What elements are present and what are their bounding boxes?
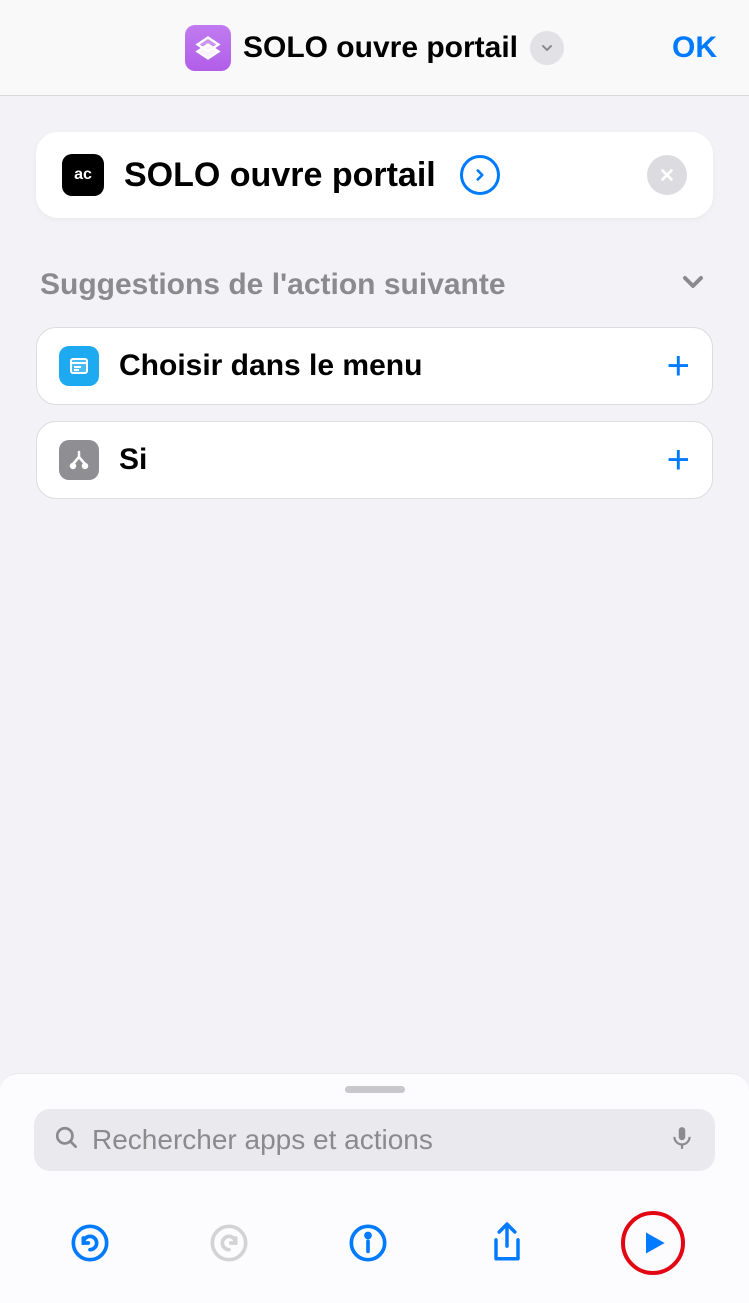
bottom-panel <box>0 1073 749 1303</box>
title-chevron-icon[interactable] <box>530 31 564 65</box>
info-button[interactable] <box>343 1218 393 1268</box>
search-bar[interactable] <box>34 1109 715 1171</box>
add-suggestion-icon[interactable]: + <box>667 346 690 386</box>
drag-handle[interactable] <box>345 1086 405 1093</box>
mic-icon[interactable] <box>669 1123 695 1158</box>
suggestions-header[interactable]: Suggestions de l'action suivante <box>36 266 713 303</box>
editor-canvas: ac SOLO ouvre portail Suggestions de l'a… <box>0 96 749 1073</box>
title-wrap[interactable]: SOLO ouvre portail <box>185 25 564 71</box>
shortcut-title: SOLO ouvre portail <box>243 31 518 65</box>
action-title: SOLO ouvre portail <box>124 156 436 195</box>
redo-button <box>204 1218 254 1268</box>
search-icon <box>54 1125 80 1156</box>
show-more-icon[interactable] <box>460 155 500 195</box>
search-input[interactable] <box>92 1124 657 1156</box>
suggestion-label: Si <box>119 443 147 477</box>
suggestion-item-menu[interactable]: Choisir dans le menu + <box>36 327 713 405</box>
run-button[interactable] <box>621 1211 685 1275</box>
branch-icon <box>59 440 99 480</box>
collapse-chevron-icon[interactable] <box>677 266 709 303</box>
header-bar: SOLO ouvre portail OK <box>0 0 749 96</box>
add-suggestion-icon[interactable]: + <box>667 440 690 480</box>
ok-button[interactable]: OK <box>672 31 717 65</box>
share-button[interactable] <box>482 1218 532 1268</box>
action-app-icon: ac <box>62 154 104 196</box>
suggestion-label: Choisir dans le menu <box>119 349 422 383</box>
toolbar <box>0 1193 749 1303</box>
suggestion-item-if[interactable]: Si + <box>36 421 713 499</box>
action-block[interactable]: ac SOLO ouvre portail <box>36 132 713 218</box>
suggestions-title: Suggestions de l'action suivante <box>40 268 506 302</box>
menu-icon <box>59 346 99 386</box>
delete-action-icon[interactable] <box>647 155 687 195</box>
shortcut-app-icon <box>185 25 231 71</box>
undo-button[interactable] <box>65 1218 115 1268</box>
